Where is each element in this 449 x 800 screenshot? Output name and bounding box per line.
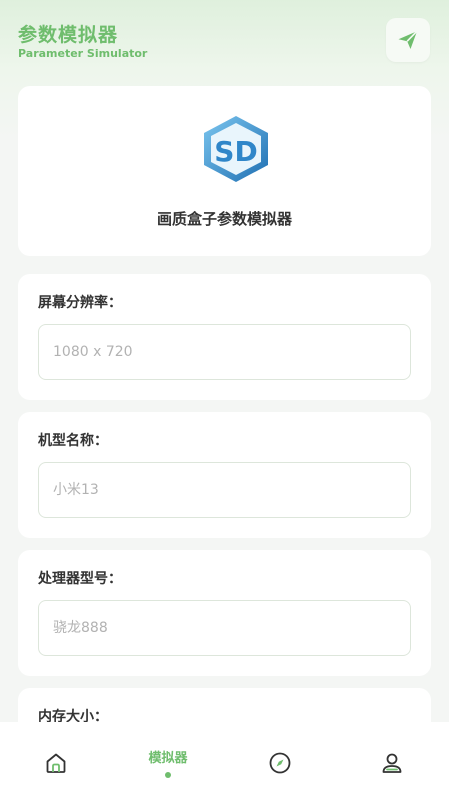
send-icon bbox=[398, 30, 418, 49]
processor-input[interactable] bbox=[38, 600, 411, 656]
app-title: 参数模拟器 bbox=[18, 24, 119, 46]
home-icon bbox=[46, 753, 66, 773]
bottom-nav: 模拟器 bbox=[0, 722, 449, 800]
resolution-label: 屏幕分辨率： bbox=[38, 295, 122, 311]
model-label: 机型名称： bbox=[38, 433, 108, 449]
nav-simulator-label: 模拟器 bbox=[148, 751, 188, 766]
user-icon bbox=[382, 753, 402, 773]
active-indicator-dot bbox=[165, 772, 171, 778]
compass-icon bbox=[269, 752, 291, 774]
nav-discover[interactable] bbox=[250, 722, 310, 800]
model-card: 机型名称： bbox=[18, 412, 431, 538]
app-subtitle: Parameter Simulator bbox=[18, 47, 148, 60]
model-input[interactable] bbox=[38, 462, 411, 518]
logo-caption: 画质盒子参数模拟器 bbox=[156, 210, 292, 228]
processor-card: 处理器型号： bbox=[18, 550, 431, 676]
resolution-input[interactable] bbox=[38, 324, 411, 380]
nav-simulator[interactable]: 模拟器 bbox=[138, 722, 198, 800]
processor-label: 处理器型号： bbox=[38, 571, 122, 587]
nav-profile[interactable] bbox=[362, 722, 422, 800]
app-logo: SD bbox=[200, 114, 272, 184]
nav-home[interactable] bbox=[26, 722, 86, 800]
header: 参数模拟器 Parameter Simulator bbox=[0, 0, 449, 80]
resolution-card: 屏幕分辨率： bbox=[18, 274, 431, 400]
send-button[interactable] bbox=[386, 18, 430, 62]
logo-card: SD 画质盒子参数模拟器 bbox=[18, 86, 431, 256]
logo-letters: SD bbox=[214, 135, 257, 168]
